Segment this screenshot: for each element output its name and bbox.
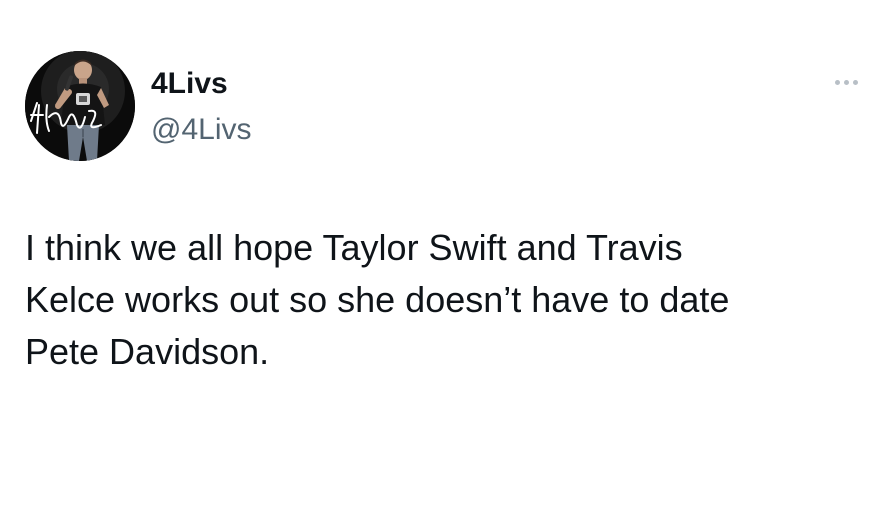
display-name[interactable]: 4Livs <box>151 66 228 102</box>
tweet-text: I think we all hope Taylor Swift and Tra… <box>25 227 730 372</box>
ellipsis-icon <box>843 79 849 85</box>
avatar-photo-icon <box>25 51 135 161</box>
avatar[interactable] <box>25 51 135 161</box>
tweet-card: 4Livs @4Livs I think we all hope Taylor … <box>0 0 890 506</box>
ellipsis-icon <box>852 79 858 85</box>
user-handle[interactable]: @4Livs <box>151 112 252 148</box>
more-options-button[interactable] <box>826 70 866 94</box>
ellipsis-icon <box>834 79 840 85</box>
